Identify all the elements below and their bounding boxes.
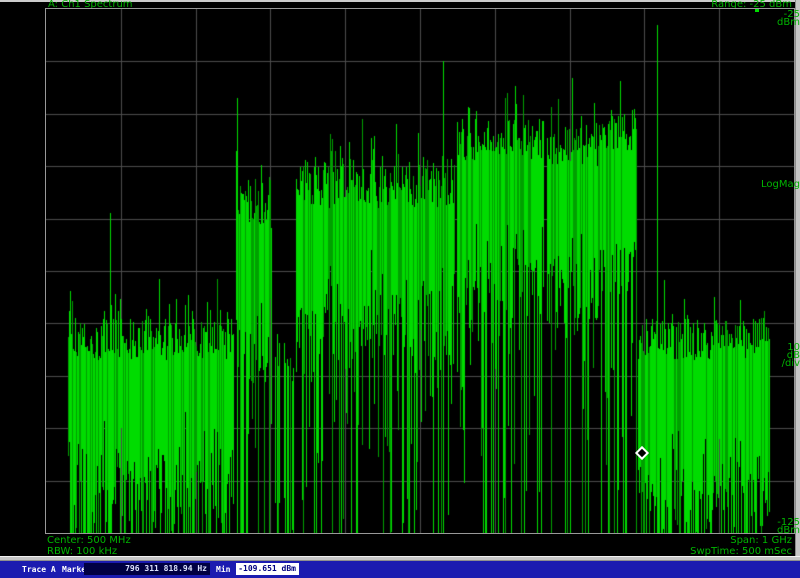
trace-name-label: Trace A	[22, 565, 56, 574]
marker-amplitude-field[interactable]: -109.651 dBm	[236, 563, 299, 575]
rbw-label[interactable]: RBW: 100 kHz	[47, 547, 117, 557]
spectrum-trace-canvas	[46, 9, 794, 533]
y-axis-ref-level[interactable]: -25 dBm	[756, 10, 800, 28]
sweep-time-label: SwpTime: 500 mSec	[690, 546, 792, 557]
center-frequency-label[interactable]: Center: 500 MHz	[47, 536, 131, 546]
y-axis-format-label[interactable]: LogMag	[756, 180, 800, 190]
marker-frequency-field[interactable]: 796 311 818.94 Hz	[84, 563, 210, 575]
marker-status-bar: Trace A Marker: 796 311 818.94 Hz Min -1…	[0, 561, 800, 578]
y-axis-scale-label[interactable]: 10 dB/div	[756, 343, 800, 369]
marker-mode-label[interactable]: Min	[216, 565, 230, 574]
window-right-border	[795, 0, 800, 556]
y-axis-bottom-level: -125 dBm	[777, 517, 800, 536]
spectrum-plot[interactable]	[45, 8, 795, 534]
span-label[interactable]: Span: 1 GHz	[730, 536, 792, 546]
vsa-window: A: Ch1 Spectrum Range: -25 dBm -25 dBm Lo…	[0, 0, 800, 578]
